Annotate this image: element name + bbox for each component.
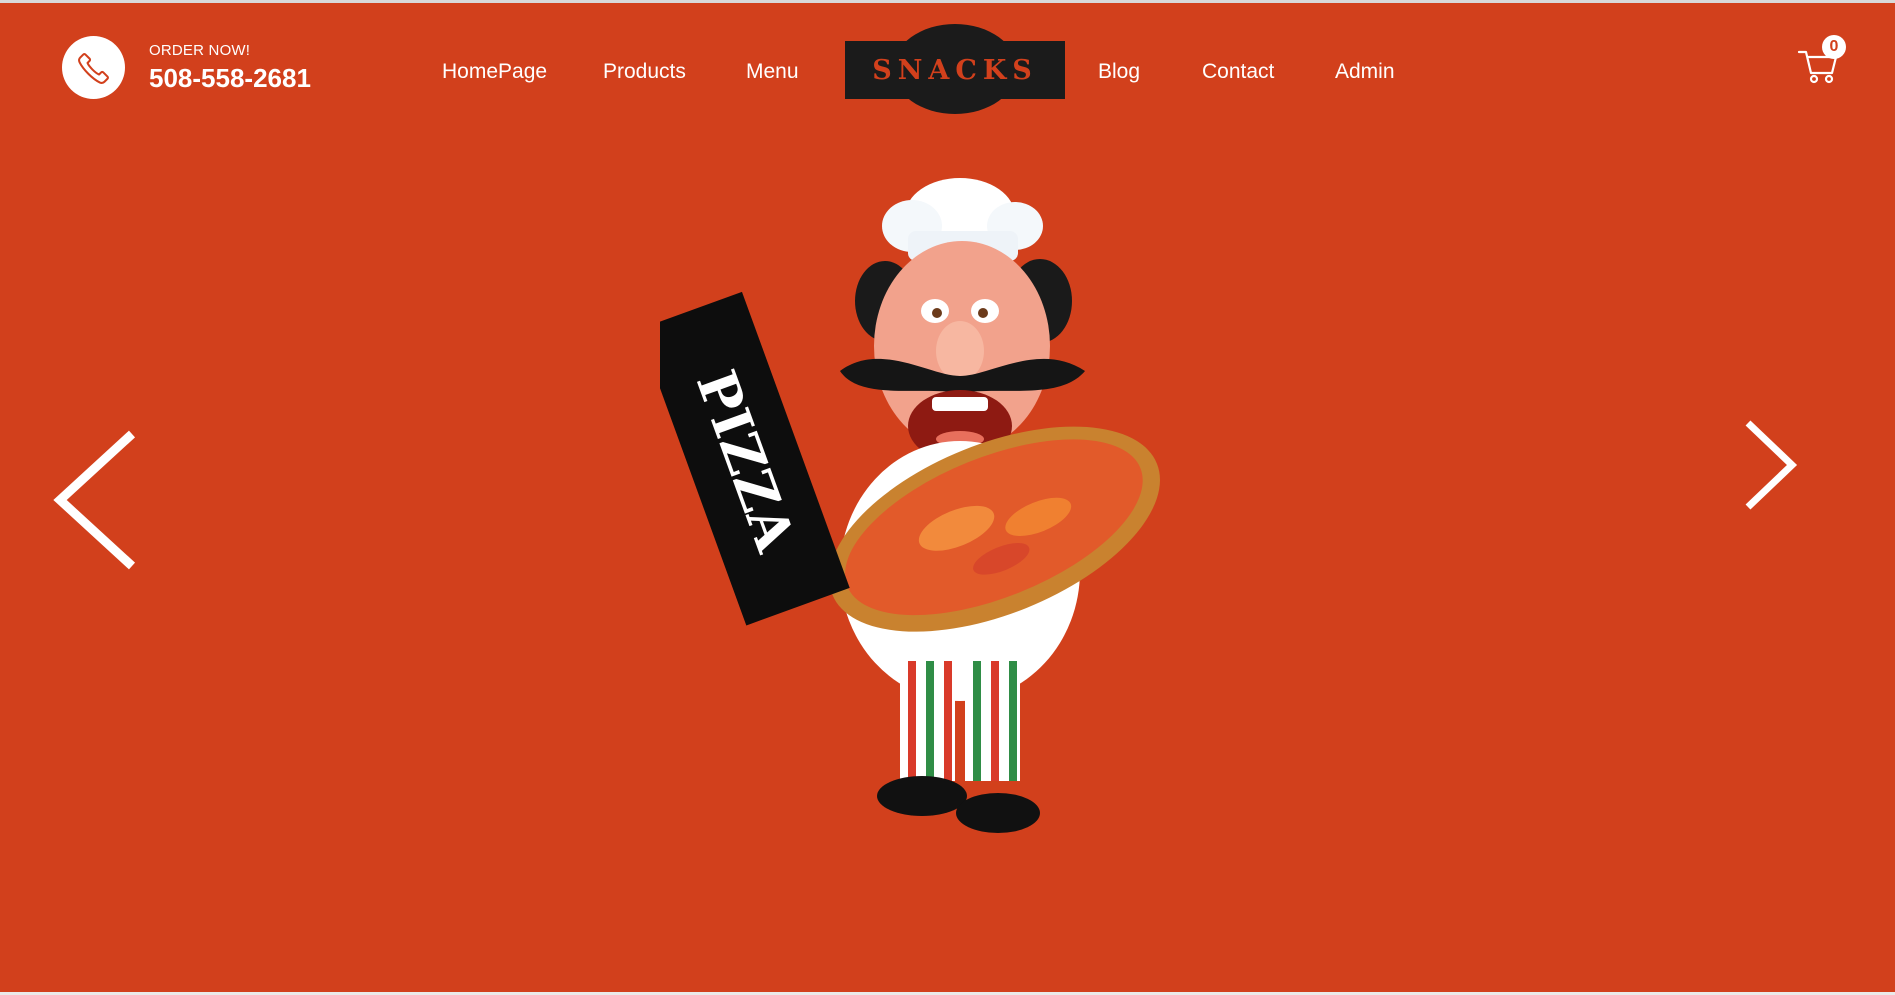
logo-text: SNACKS	[872, 55, 1038, 86]
snacks-logo[interactable]: SNACKS	[845, 23, 1065, 115]
page-background: ORDER NOW! 508-558-2681 HomePage Product…	[0, 3, 1895, 992]
chef-pizza-illustration: PIZZA	[660, 178, 1160, 833]
pizza-sign: PIZZA	[660, 291, 850, 626]
chevron-right-icon[interactable]	[1740, 417, 1804, 513]
order-now-label: ORDER NOW!	[149, 41, 251, 59]
nav-blog[interactable]: Blog	[1098, 58, 1140, 86]
cart-count-badge: 0	[1822, 35, 1846, 59]
cart-button[interactable]: 0	[1797, 35, 1847, 87]
nav-contact[interactable]: Contact	[1202, 58, 1274, 86]
nav-homepage[interactable]: HomePage	[442, 58, 547, 86]
nav-admin[interactable]: Admin	[1335, 58, 1395, 86]
nav-menu[interactable]: Menu	[746, 58, 799, 86]
chevron-left-icon[interactable]	[52, 428, 138, 573]
nav-products[interactable]: Products	[603, 58, 686, 86]
